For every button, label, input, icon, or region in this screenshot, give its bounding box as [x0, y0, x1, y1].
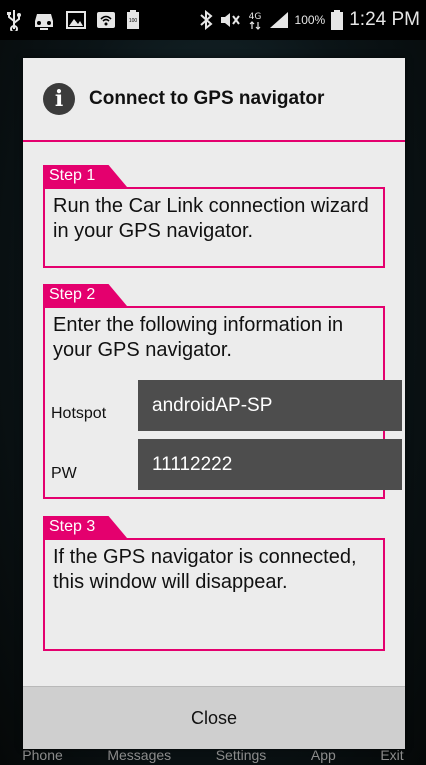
- battery-icon: [331, 10, 344, 30]
- status-bar-right: 4G 100% 1:24 PM: [199, 9, 420, 31]
- info-icon: i: [43, 83, 75, 115]
- network-icon: 4G: [247, 10, 263, 30]
- step-1-label: Step 1: [43, 165, 127, 187]
- battery-small-icon: 100: [126, 10, 140, 30]
- pw-value: 11112222: [138, 439, 402, 490]
- step-3-label: Step 3: [43, 516, 127, 538]
- usb-icon: [6, 9, 22, 31]
- mute-icon: [219, 11, 241, 29]
- status-bar: 100 4G 100% 1:24 PM: [0, 0, 426, 40]
- background-nav-item: App: [310, 747, 336, 763]
- pw-label: PW: [51, 465, 77, 482]
- screen: 100 4G 100% 1:24 PM Phone Messages Setti…: [0, 0, 426, 765]
- background-nav-item: Settings: [215, 747, 267, 763]
- step-3-text: If the GPS navigator is connected, this …: [53, 546, 357, 593]
- bluetooth-icon: [199, 10, 213, 30]
- step-3-box: If the GPS navigator is connected, this …: [43, 538, 385, 651]
- status-bar-left: 100: [6, 9, 140, 31]
- close-button[interactable]: Close: [23, 686, 405, 749]
- hotspot-value: androidAP-SP: [138, 380, 402, 431]
- car-icon: [32, 9, 56, 31]
- network-type-text: 4G: [248, 12, 261, 22]
- step-2-box: Enter the following information in your …: [43, 306, 402, 499]
- svg-text:100: 100: [129, 18, 138, 24]
- step-1-text: Run the Car Link connection wizard in yo…: [53, 195, 369, 242]
- clock: 1:24 PM: [349, 9, 420, 30]
- dialog-title: Connect to GPS navigator: [89, 88, 325, 109]
- wifi-hotspot-icon: [96, 11, 116, 29]
- background-nav-item: Messages: [107, 747, 172, 763]
- background-nav-item: Phone: [22, 747, 63, 763]
- step-2-text: Enter the following information in your …: [53, 314, 344, 361]
- hotspot-label: Hotspot: [51, 405, 107, 422]
- dialog-header: i Connect to GPS navigator: [23, 58, 405, 142]
- signal-icon: [269, 11, 289, 29]
- step-1-box: Run the Car Link connection wizard in yo…: [43, 187, 385, 268]
- step-2-label: Step 2: [43, 284, 127, 306]
- battery-percent: 100%: [294, 13, 326, 27]
- gps-connect-dialog: i Connect to GPS navigator Step 1 Run th…: [23, 58, 405, 749]
- image-icon: [66, 11, 86, 29]
- background-nav-item: Exit: [380, 747, 404, 763]
